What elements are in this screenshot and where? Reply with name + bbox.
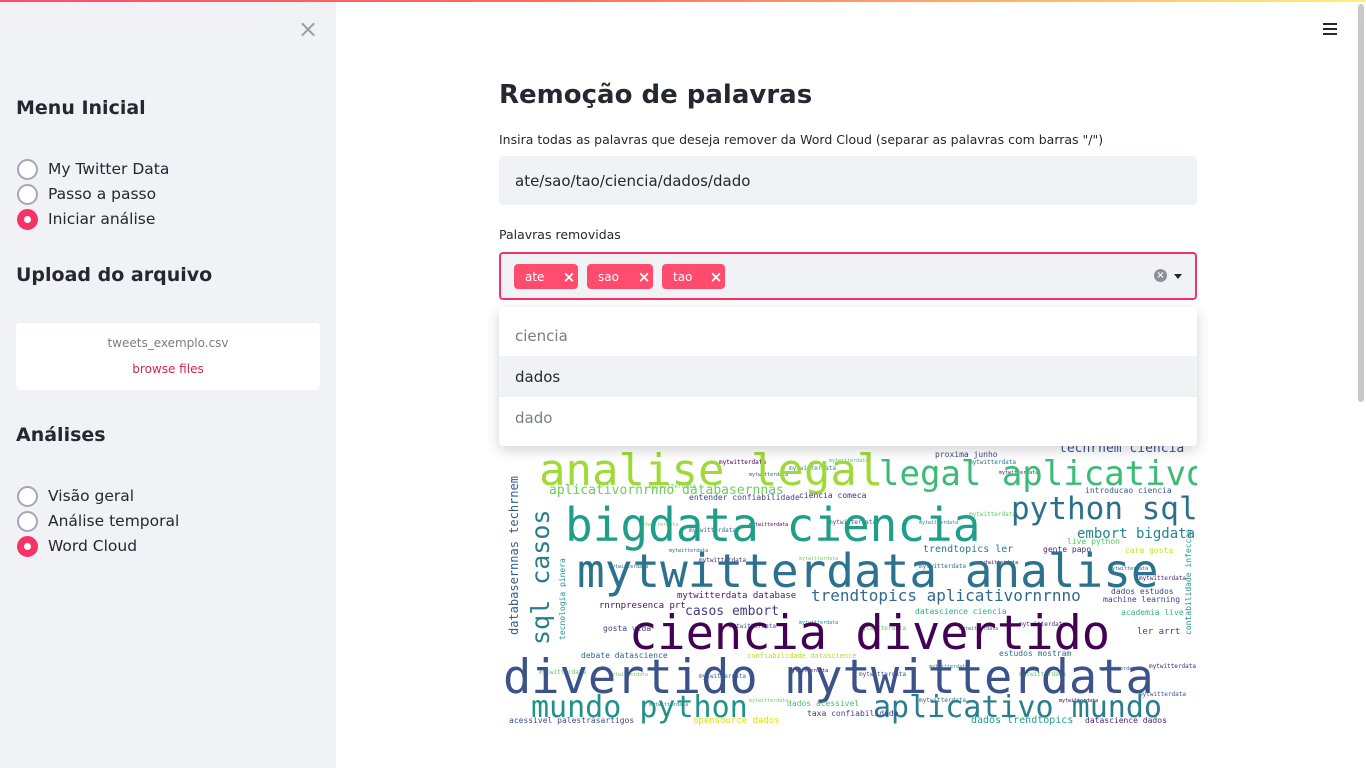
- word-cloud-word: trendtopics aplicativornrnno: [811, 586, 1081, 605]
- browse-files-link[interactable]: browse files: [16, 362, 320, 376]
- word-cloud-word: cara gosta: [1125, 546, 1173, 555]
- page-scrollbar[interactable]: [1358, 4, 1364, 402]
- radio-iniciar-analise[interactable]: Iniciar análise: [17, 207, 155, 231]
- word-cloud-word: gosta vida: [603, 624, 651, 633]
- radio-label: Análise temporal: [48, 512, 180, 530]
- word-cloud-word: proxima junho: [935, 450, 998, 459]
- word-cloud-word: ciencia comeca: [799, 491, 867, 500]
- analyses-heading: Análises: [16, 424, 106, 446]
- radio-label: Iniciar análise: [48, 210, 156, 228]
- word-cloud-word: ler arrt: [1137, 627, 1180, 637]
- word-cloud-word: entender confiabilidade: [689, 493, 800, 502]
- word-cloud-word: python sql: [1011, 491, 1197, 527]
- file-uploader[interactable]: tweets_exemplo.csv browse files: [16, 323, 320, 390]
- dropdown-option-ciencia[interactable]: ciencia: [499, 315, 1197, 356]
- remove-words-input[interactable]: ate/sao/tao/ciencia/dados/dado: [499, 156, 1197, 205]
- word-cloud-word: contabilidade infeccao: [1184, 529, 1193, 635]
- word-cloud-word: casos embort: [685, 604, 779, 619]
- radio-my-twitter-data[interactable]: My Twitter Data: [17, 157, 169, 181]
- tag-sao: sao ×: [587, 264, 653, 289]
- radio-circle-selected[interactable]: [17, 208, 38, 230]
- word-cloud-word: debate datascience: [581, 651, 668, 660]
- radio-label: My Twitter Data: [48, 160, 170, 178]
- dropdown-option-dado[interactable]: dado: [499, 397, 1197, 438]
- remove-tag-icon[interactable]: ×: [560, 268, 578, 286]
- remove-tag-icon[interactable]: ×: [707, 268, 725, 286]
- word-cloud-filler-word: mytwitterdata: [1149, 663, 1196, 670]
- word-cloud-word: introducao ciencia: [1085, 486, 1172, 495]
- word-cloud-word: datascience dados: [1085, 716, 1167, 725]
- page-title: Remoção de palavras: [499, 80, 813, 110]
- radio-visao-geral[interactable]: Visão geral: [17, 484, 134, 508]
- radio-label: Visão geral: [48, 487, 135, 505]
- tag-tao: tao ×: [662, 264, 725, 289]
- word-cloud-word: opensource dados: [693, 716, 780, 726]
- multiselect-dropdown-menu: ciencia dados dado: [499, 307, 1197, 446]
- tag-label: tao: [673, 269, 693, 284]
- word-cloud-word: estudos mostram: [999, 649, 1071, 658]
- tag-label: sao: [598, 269, 619, 284]
- word-cloud-word: acessivel palestrasartigos: [509, 716, 634, 725]
- word-cloud-word: rnrnpresenca prt: [599, 601, 686, 611]
- close-sidebar-icon[interactable]: ×: [296, 17, 320, 41]
- word-cloud-word: mytwitterdata database: [677, 591, 796, 601]
- word-cloud-word: databasernnas techrnem: [507, 476, 521, 635]
- radio-circle[interactable]: [17, 485, 38, 507]
- remove-tag-icon[interactable]: ×: [635, 268, 653, 286]
- multiselect-label: Palavras removidas: [499, 227, 621, 242]
- dropdown-option-dados[interactable]: dados: [499, 356, 1197, 397]
- word-cloud-word: dados acessivel: [787, 699, 859, 708]
- word-cloud-word: sql casos: [526, 510, 555, 645]
- sidebar: × Menu Inicial My Twitter Data Passo a p…: [0, 0, 336, 768]
- word-cloud-word: confiabilidade datascience: [747, 652, 857, 660]
- radio-passo-a-passo[interactable]: Passo a passo: [17, 182, 156, 206]
- radio-circle[interactable]: [17, 183, 38, 205]
- radio-label: Word Cloud: [48, 537, 138, 555]
- word-cloud-word: trendtopics ler: [923, 544, 1013, 555]
- tag-ate: ate ×: [514, 264, 578, 289]
- clear-all-icon[interactable]: ×: [1154, 269, 1167, 282]
- radio-analise-temporal[interactable]: Análise temporal: [17, 509, 179, 533]
- word-cloud-svg: mytwitterdatamytwitterdatamytwitterdatam…: [503, 441, 1197, 726]
- radio-circle-selected[interactable]: [17, 535, 38, 557]
- word-cloud-word: datascience ciencia: [915, 607, 1007, 616]
- word-cloud-word: academia live: [1121, 608, 1184, 617]
- radio-word-cloud[interactable]: Word Cloud: [17, 534, 137, 558]
- word-cloud-word: dados trendtopics: [971, 715, 1073, 726]
- hamburger-menu-icon[interactable]: [1320, 20, 1340, 38]
- menu-heading: Menu Inicial: [16, 97, 146, 119]
- word-cloud-image: mytwitterdata mytwitterdata mytwitterdata m…: [499, 440, 1197, 732]
- word-cloud-word: live python: [1067, 537, 1120, 546]
- radio-label: Passo a passo: [48, 185, 157, 203]
- top-decoration-bar: [0, 0, 1366, 2]
- radio-circle[interactable]: [17, 510, 38, 532]
- input-label: Insira todas as palavras que deseja remo…: [499, 132, 1104, 147]
- radio-circle[interactable]: [17, 158, 38, 180]
- dropdown-arrow-icon[interactable]: [1171, 270, 1185, 282]
- upload-heading: Upload do arquivo: [16, 264, 213, 286]
- removed-words-multiselect[interactable]: ate × sao × tao × ×: [499, 252, 1197, 300]
- word-cloud-word: tecnologia pinera: [558, 558, 567, 640]
- word-cloud-word: gente papo: [1043, 545, 1091, 554]
- word-cloud-word: taxa confiabilidade: [807, 709, 899, 718]
- tag-label: ate: [525, 269, 545, 284]
- uploaded-filename: tweets_exemplo.csv: [107, 336, 229, 350]
- word-cloud-word: machine learning: [1103, 595, 1180, 604]
